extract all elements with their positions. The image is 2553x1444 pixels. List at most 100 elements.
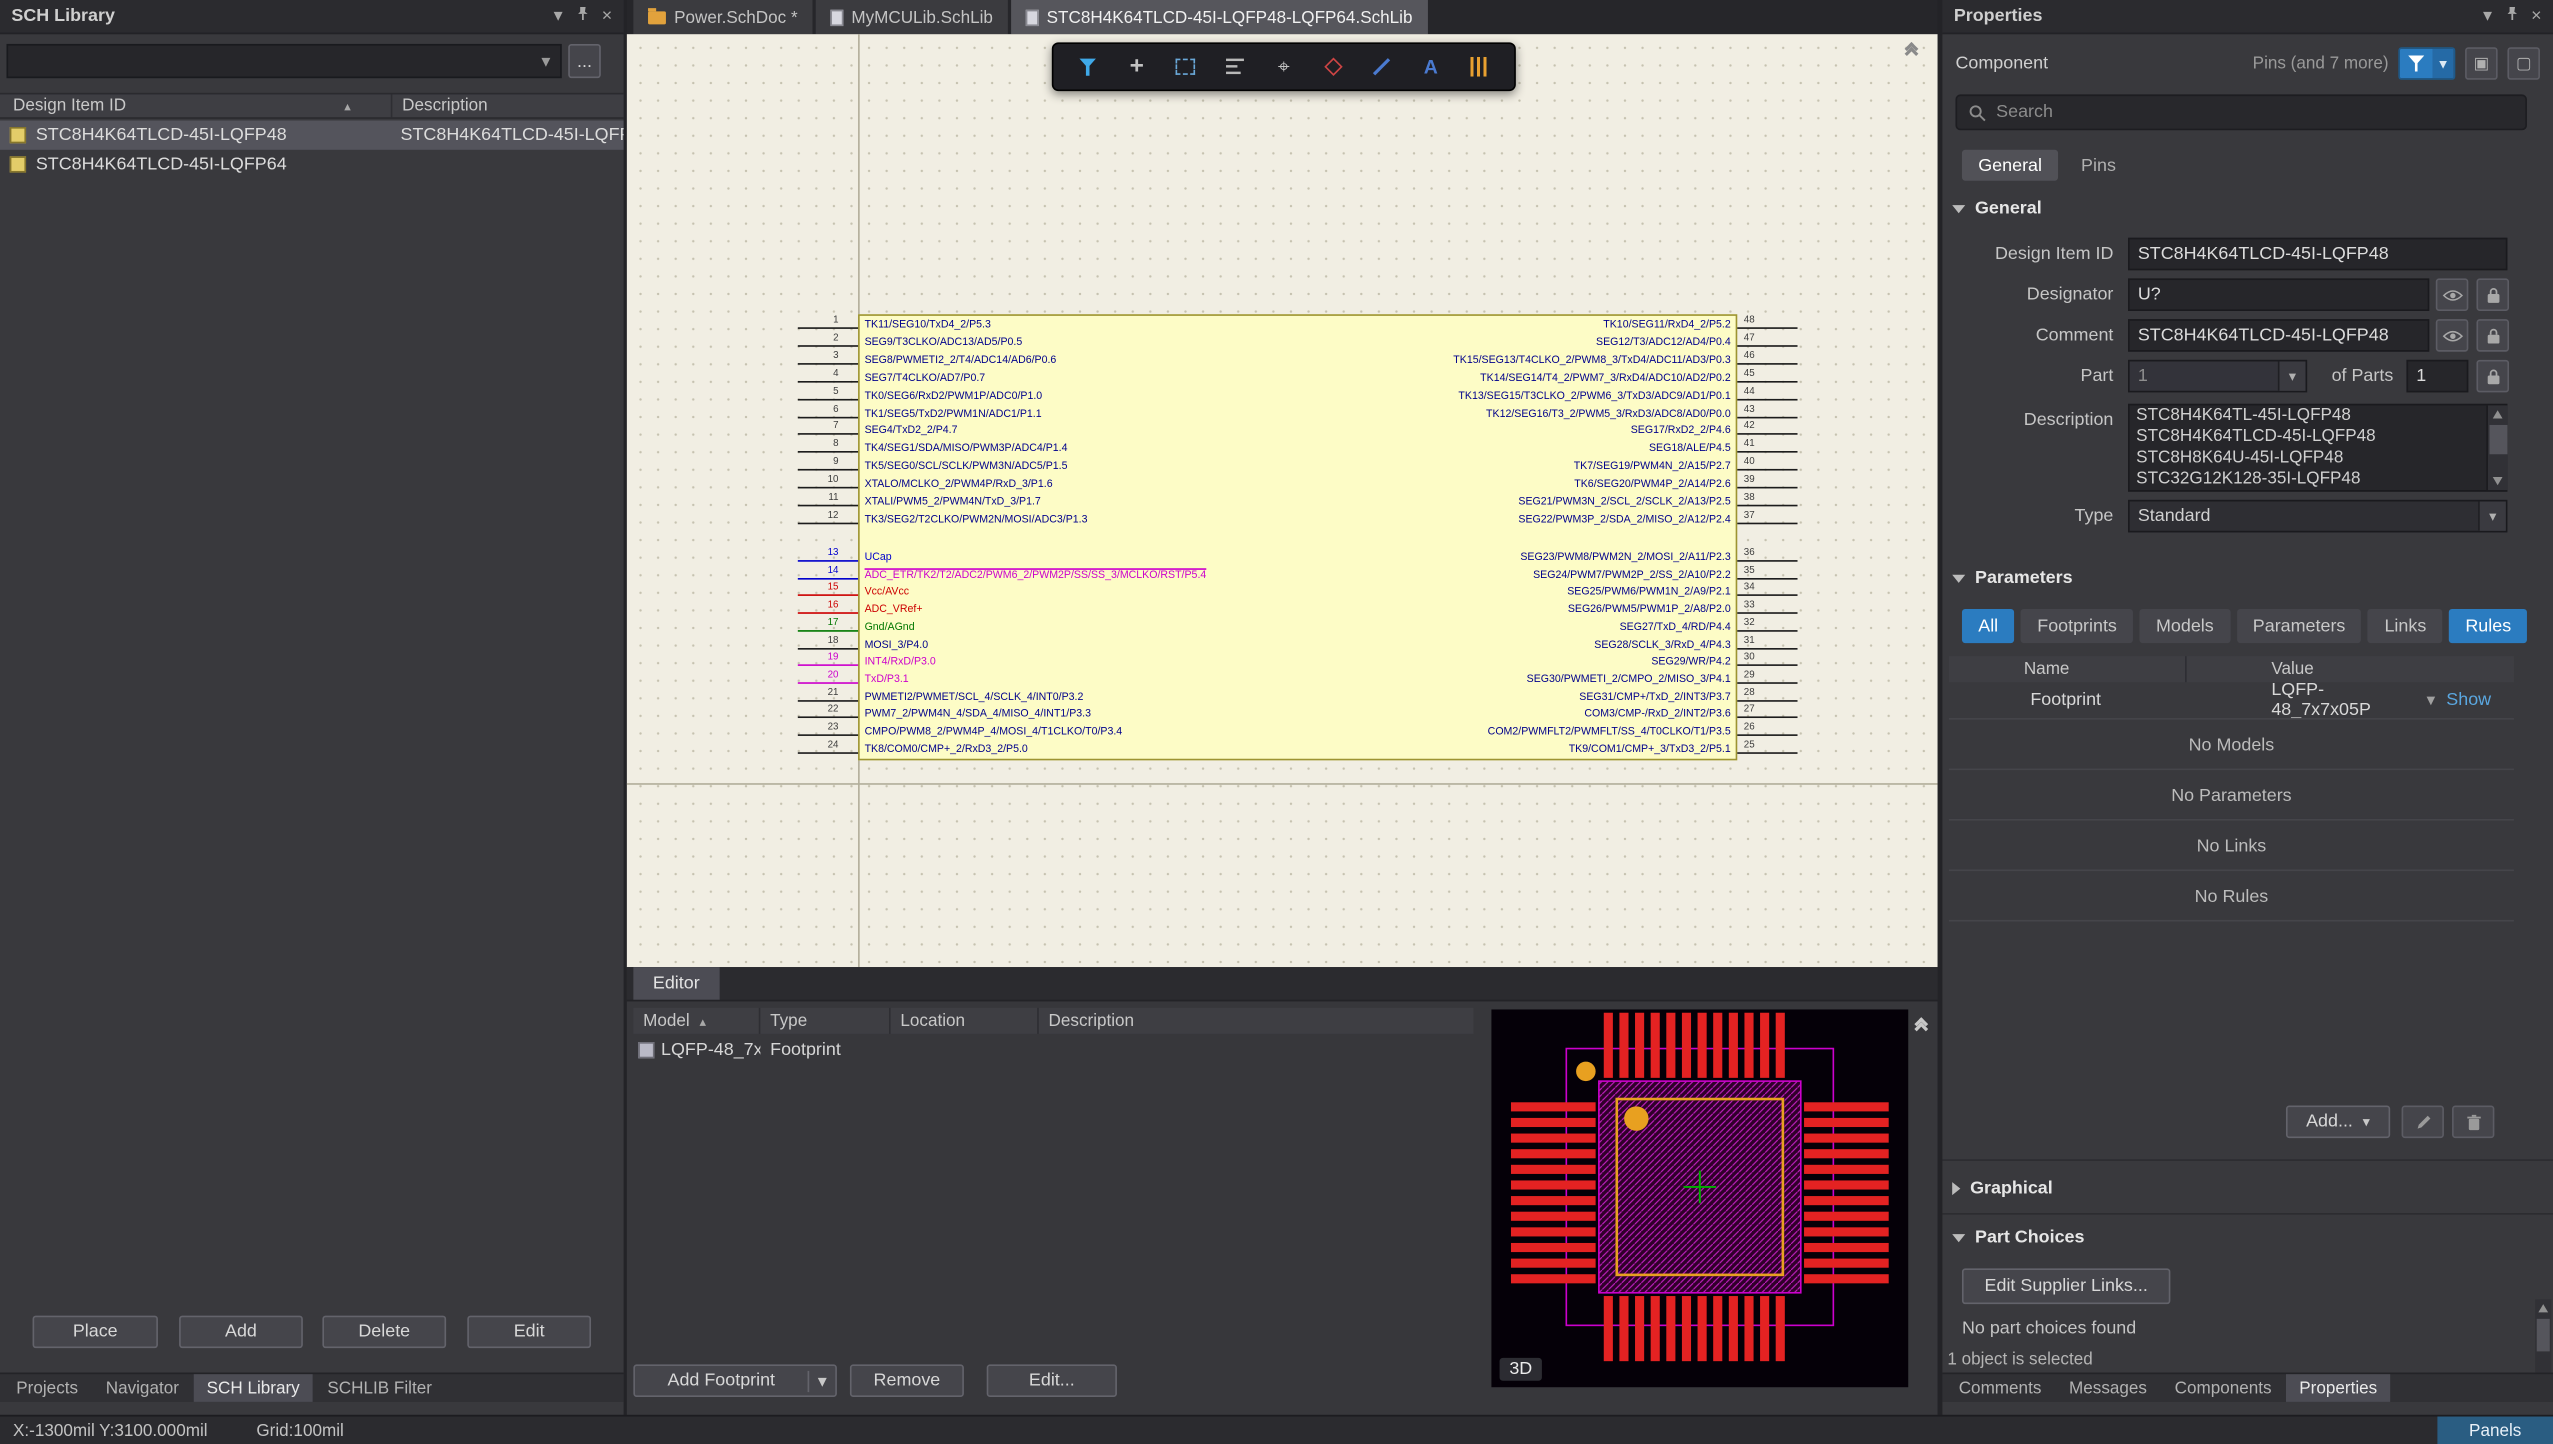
collapse-chevron-icon[interactable] (1916, 1019, 1926, 1034)
chevron-down-icon[interactable]: ▾ (2363, 1113, 2370, 1131)
lock-toggle-button[interactable] (2476, 360, 2509, 393)
schematic-pin-line[interactable] (1737, 469, 1797, 471)
filter-all[interactable]: All (1962, 609, 2014, 643)
schematic-pin-line[interactable] (798, 560, 858, 562)
schematic-pin-line[interactable] (1737, 717, 1797, 719)
visibility-toggle-button[interactable] (2436, 278, 2469, 311)
schematic-pin-line[interactable] (1737, 682, 1797, 684)
probe-icon[interactable] (1263, 47, 1305, 86)
schematic-canvas[interactable]: 1TK11/SEG10/TxD4_2/P5.32SEG9/T3CLKO/ADC1… (627, 34, 1938, 967)
line-icon[interactable] (1361, 47, 1403, 86)
section-parameters[interactable]: Parameters (1952, 565, 2072, 591)
scroll-up-icon[interactable] (2493, 410, 2503, 418)
tab-general[interactable]: General (1962, 150, 2058, 181)
description-scrollbar[interactable] (2486, 405, 2507, 490)
column-model[interactable]: Model ▴ (633, 1008, 760, 1034)
add-footprint-button[interactable]: Add Footprint ▾ (633, 1364, 837, 1397)
schematic-pin-line[interactable] (798, 522, 858, 524)
section-part-choices[interactable]: Part Choices (1952, 1224, 2084, 1250)
schematic-pin-line[interactable] (798, 469, 858, 471)
library-item-row[interactable]: STC8H4K64TLCD-45I-LQFP64 (0, 150, 624, 179)
scrollbar-thumb[interactable] (2490, 425, 2508, 454)
panel-tab-properties[interactable]: Properties (2286, 1374, 2390, 1402)
panel-tab-sch-library[interactable]: SCH Library (194, 1374, 313, 1402)
schematic-pin-line[interactable] (798, 380, 858, 382)
panel-tab-navigator[interactable]: Navigator (93, 1374, 192, 1402)
schematic-pin-line[interactable] (798, 717, 858, 719)
design-item-id-input[interactable]: STC8H4K64TLCD-45I-LQFP48 (2128, 238, 2507, 271)
edit-button[interactable]: Edit (467, 1316, 591, 1349)
schematic-pin-line[interactable] (798, 665, 858, 667)
filter-models[interactable]: Models (2140, 609, 2230, 643)
library-item-row[interactable]: STC8H4K64TLCD-45I-LQFP48STC8H4K64TLCD-45… (0, 120, 624, 149)
close-panel-icon[interactable]: × (2531, 7, 2541, 25)
schematic-pin-line[interactable] (1737, 595, 1797, 597)
editor-tab[interactable]: Editor (633, 967, 719, 1000)
column-value[interactable]: Value (2187, 659, 2514, 679)
schematic-pin-line[interactable] (1737, 505, 1797, 507)
panel-tab-messages[interactable]: Messages (2056, 1374, 2160, 1402)
schematic-pin-line[interactable] (1737, 734, 1797, 736)
schematic-pin-line[interactable] (798, 398, 858, 400)
schematic-pin-line[interactable] (798, 734, 858, 736)
schematic-pin-line[interactable] (798, 505, 858, 507)
footprint-parameter-row[interactable]: Footprint LQFP-48_7x7x05P ▼ Show (1949, 682, 2514, 718)
selection-filter-button[interactable]: ▼ (2398, 47, 2455, 80)
panel-tab-projects[interactable]: Projects (3, 1374, 91, 1402)
schematic-pin-line[interactable] (798, 682, 858, 684)
schematic-pin-line[interactable] (798, 451, 858, 453)
footprint-3d-preview[interactable]: 3D (1491, 1009, 1908, 1387)
align-icon[interactable] (1214, 47, 1256, 86)
schematic-pin-line[interactable] (1737, 522, 1797, 524)
parts-total-input[interactable]: 1 (2406, 360, 2468, 393)
schematic-pin-line[interactable] (1737, 327, 1797, 329)
schematic-pin-line[interactable] (798, 752, 858, 754)
document-tab[interactable]: STC8H4K64TLCD-45I-LQFP48-LQFP64.SchLib (1011, 0, 1427, 34)
schematic-pin-line[interactable] (1737, 699, 1797, 701)
chevron-down-icon[interactable]: ▼ (2424, 692, 2439, 708)
schematic-pin-line[interactable] (1737, 560, 1797, 562)
schematic-pin-line[interactable] (1737, 451, 1797, 453)
scrollbar-thumb[interactable] (2537, 1319, 2550, 1352)
filter-parameters[interactable]: Parameters (2237, 609, 2362, 643)
chevron-down-icon[interactable]: ▾ (2278, 361, 2306, 390)
chevron-down-icon[interactable]: ▾ (808, 1370, 836, 1391)
part-dropdown[interactable]: 1 ▾ (2128, 360, 2307, 393)
text-icon[interactable] (1410, 47, 1452, 86)
column-type[interactable]: Type (760, 1008, 890, 1034)
place-button[interactable]: Place (33, 1316, 158, 1349)
panel-tab-comments[interactable]: Comments (1946, 1374, 2055, 1402)
panel-menu-icon[interactable]: ▾ (554, 7, 563, 25)
type-dropdown[interactable]: Standard ▾ (2128, 500, 2507, 533)
schematic-pin-line[interactable] (1737, 363, 1797, 365)
description-option[interactable]: STC8H8K64U-45I-LQFP48 (2130, 448, 2485, 469)
selection-box-icon[interactable] (1165, 47, 1207, 86)
schematic-pin-line[interactable] (798, 630, 858, 632)
select-mode-button[interactable]: ▣ (2465, 47, 2498, 80)
schematic-pin-line[interactable] (1737, 665, 1797, 667)
panel-tab-schlib-filter[interactable]: SCHLIB Filter (314, 1374, 445, 1402)
schematic-pin-line[interactable] (1737, 380, 1797, 382)
schematic-pin-line[interactable] (1737, 434, 1797, 436)
schematic-pin-line[interactable] (798, 345, 858, 347)
column-location[interactable]: Location (891, 1008, 1039, 1034)
tab-pins[interactable]: Pins (2065, 150, 2132, 181)
document-tab[interactable]: Power.SchDoc * (633, 0, 812, 34)
schematic-pin-line[interactable] (798, 327, 858, 329)
comment-input[interactable]: STC8H4K64TLCD-45I-LQFP48 (2128, 319, 2429, 352)
add-parameter-button[interactable]: Add... ▾ (2286, 1106, 2390, 1139)
section-general[interactable]: General (1952, 195, 2041, 221)
schematic-pin-line[interactable] (798, 595, 858, 597)
library-search-combobox[interactable]: ▾ (7, 44, 562, 78)
panel-tab-components[interactable]: Components (2162, 1374, 2285, 1402)
move-icon[interactable] (1116, 47, 1158, 86)
description-option[interactable]: STC8H4K64TL-45I-LQFP48 (2130, 405, 2485, 426)
chevron-down-icon[interactable]: ▼ (2433, 49, 2454, 78)
filter-rules[interactable]: Rules (2449, 609, 2527, 643)
show-link[interactable]: Show (2446, 690, 2491, 710)
section-graphical[interactable]: Graphical (1952, 1176, 2053, 1202)
schematic-pin-line[interactable] (1737, 345, 1797, 347)
polygon-icon[interactable] (1312, 47, 1354, 86)
remove-button[interactable]: Remove (850, 1364, 964, 1397)
delete-parameter-button[interactable] (2452, 1106, 2494, 1139)
